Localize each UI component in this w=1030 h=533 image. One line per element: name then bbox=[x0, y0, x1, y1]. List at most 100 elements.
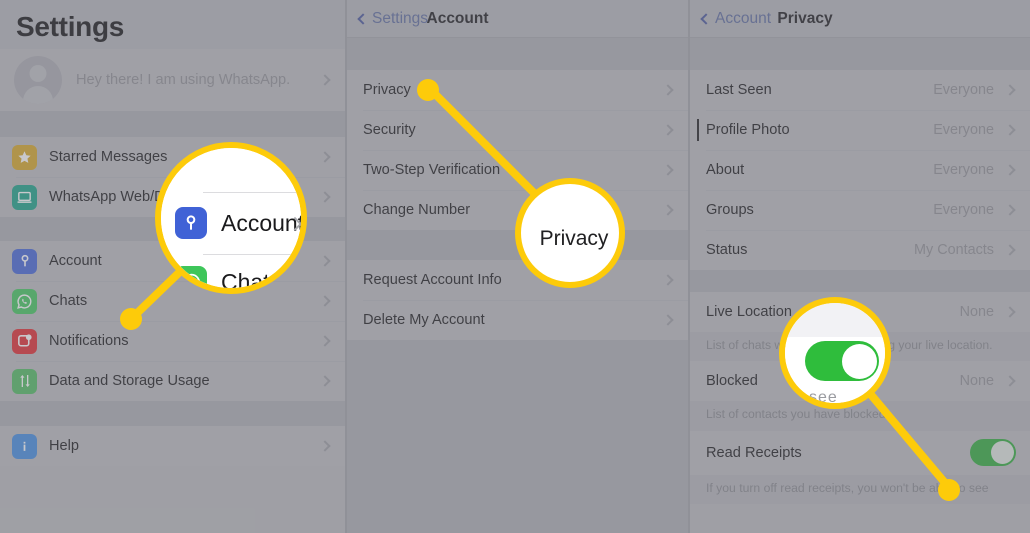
screenshot-stage: Settings Hey there! I am using WhatsApp.… bbox=[0, 0, 1030, 533]
list-item-about[interactable]: About Everyone bbox=[690, 150, 1030, 190]
privacy-group-blocked: Blocked None bbox=[690, 361, 1030, 402]
chevron-right-icon bbox=[662, 314, 674, 326]
privacy-panel: Account Privacy Last Seen Everyone Profi… bbox=[688, 0, 1030, 533]
list-item-delete-my-account[interactable]: Delete My Account bbox=[347, 300, 688, 340]
chevron-right-icon bbox=[1004, 84, 1016, 96]
sidebar-item-label: Notifications bbox=[49, 333, 129, 349]
section-gap bbox=[347, 38, 688, 70]
privacy-group-1: Last Seen Everyone Profile Photo Everyon… bbox=[690, 70, 1030, 270]
list-item-request-account-info[interactable]: Request Account Info bbox=[347, 260, 688, 300]
account-group-1: Privacy Security Two-Step Verification C… bbox=[347, 70, 688, 230]
blocked-footnote: List of contacts you have blocked. bbox=[690, 401, 1030, 431]
chevron-right-icon bbox=[662, 274, 674, 286]
sidebar-item-starred-messages[interactable]: Starred Messages bbox=[0, 137, 345, 177]
list-item-two-step-verification[interactable]: Two-Step Verification bbox=[347, 150, 688, 190]
list-item-label: Two-Step Verification bbox=[363, 162, 501, 178]
chevron-right-icon bbox=[319, 440, 331, 452]
list-item-label: Last Seen bbox=[706, 82, 772, 98]
list-item-groups[interactable]: Groups Everyone bbox=[690, 190, 1030, 230]
sidebar-item-label: Starred Messages bbox=[49, 149, 168, 165]
list-item-value: None bbox=[959, 304, 994, 320]
chevron-right-icon bbox=[1004, 164, 1016, 176]
list-item-change-number[interactable]: Change Number bbox=[347, 190, 688, 230]
list-item-label: Blocked bbox=[706, 373, 758, 390]
whatsapp-icon bbox=[12, 288, 37, 314]
section-gap bbox=[0, 217, 345, 241]
list-item-value: Everyone bbox=[933, 162, 994, 178]
notification-icon bbox=[12, 328, 37, 354]
list-item-status[interactable]: Status My Contacts bbox=[690, 230, 1030, 270]
chevron-right-icon bbox=[1004, 124, 1016, 136]
chevron-right-icon bbox=[662, 204, 674, 216]
list-item-label: Delete My Account bbox=[363, 312, 485, 328]
chevron-right-icon bbox=[319, 335, 331, 347]
sidebar-item-label: Data and Storage Usage bbox=[49, 373, 210, 389]
settings-panel: Settings Hey there! I am using WhatsApp.… bbox=[0, 0, 345, 533]
section-gap bbox=[347, 340, 688, 533]
sidebar-item-notifications[interactable]: Notifications bbox=[0, 321, 345, 361]
page-title: Settings bbox=[0, 0, 345, 49]
chevron-right-icon bbox=[319, 191, 331, 203]
chevron-right-icon bbox=[319, 74, 331, 86]
text-caret bbox=[697, 119, 699, 141]
data-arrows-icon bbox=[12, 368, 37, 394]
navbar-title: Privacy bbox=[777, 9, 833, 27]
chevron-right-icon bbox=[662, 84, 674, 96]
privacy-group-live-location: Live Location None bbox=[690, 292, 1030, 332]
chevron-right-icon bbox=[1004, 375, 1016, 387]
account-group-2: Request Account Info Delete My Account bbox=[347, 260, 688, 340]
sidebar-item-label: Account bbox=[49, 253, 102, 269]
sidebar-item-data-storage[interactable]: Data and Storage Usage bbox=[0, 361, 345, 401]
sidebar-item-help[interactable]: Help bbox=[0, 426, 345, 466]
chevron-right-icon bbox=[662, 164, 674, 176]
chevron-right-icon bbox=[1004, 244, 1016, 256]
chevron-right-icon bbox=[1004, 306, 1016, 318]
sidebar-item-label: Help bbox=[49, 438, 80, 454]
star-icon bbox=[12, 144, 37, 170]
list-item-profile-photo[interactable]: Profile Photo Everyone bbox=[690, 110, 1030, 150]
laptop-icon bbox=[12, 184, 37, 210]
profile-status-text: Hey there! I am using WhatsApp. bbox=[76, 72, 291, 88]
list-item-value: Everyone bbox=[933, 202, 994, 218]
list-item-label: Read Receipts bbox=[706, 444, 802, 461]
section-gap bbox=[0, 401, 345, 426]
chevron-right-icon bbox=[1004, 204, 1016, 216]
list-item-security[interactable]: Security bbox=[347, 110, 688, 150]
list-item-last-seen[interactable]: Last Seen Everyone bbox=[690, 70, 1030, 110]
read-receipts-footnote: If you turn off read receipts, you won't… bbox=[690, 474, 1030, 504]
list-item-value: Everyone bbox=[933, 82, 994, 98]
account-navbar: Settings Account bbox=[347, 0, 688, 38]
list-item-label: Live Location bbox=[706, 304, 793, 320]
live-location-footnote: List of chats where you are sharing your… bbox=[690, 332, 1030, 362]
list-item-label: Change Number bbox=[363, 202, 471, 218]
sidebar-item-chats[interactable]: Chats bbox=[0, 281, 345, 321]
read-receipts-toggle[interactable] bbox=[970, 439, 1016, 466]
navbar-title: Account bbox=[426, 9, 489, 27]
section-gap bbox=[690, 38, 1030, 70]
chevron-right-icon bbox=[319, 295, 331, 307]
sidebar-item-label: Chats bbox=[49, 293, 88, 309]
privacy-group-read-receipts: Read Receipts bbox=[690, 430, 1030, 475]
key-icon bbox=[12, 248, 37, 274]
list-item-value: My Contacts bbox=[914, 242, 994, 258]
settings-group-3: Help bbox=[0, 426, 345, 466]
list-item-privacy[interactable]: Privacy bbox=[347, 70, 688, 110]
list-item-blocked[interactable]: Blocked None bbox=[690, 361, 1030, 402]
person-avatar-icon bbox=[14, 56, 62, 104]
section-gap bbox=[347, 230, 688, 260]
sidebar-item-label: WhatsApp Web/Desktop bbox=[49, 189, 208, 205]
settings-group-1: Starred Messages WhatsApp Web/Desktop bbox=[0, 137, 345, 217]
list-item-value: None bbox=[959, 373, 994, 390]
list-item-label: Status bbox=[706, 242, 748, 258]
info-icon bbox=[12, 433, 37, 459]
privacy-navbar: Account Privacy bbox=[690, 0, 1030, 38]
profile-row[interactable]: Hey there! I am using WhatsApp. bbox=[0, 49, 345, 111]
account-panel: Settings Account Privacy Security Two-St… bbox=[345, 0, 688, 533]
list-item-read-receipts[interactable]: Read Receipts bbox=[690, 430, 1030, 475]
sidebar-item-whatsapp-web[interactable]: WhatsApp Web/Desktop bbox=[0, 177, 345, 217]
list-item-live-location[interactable]: Live Location None bbox=[690, 292, 1030, 332]
settings-group-2: Account Chats Notifications Data and Sto… bbox=[0, 241, 345, 401]
sidebar-item-account[interactable]: Account bbox=[0, 241, 345, 281]
chevron-right-icon bbox=[319, 375, 331, 387]
list-item-label: Privacy bbox=[363, 82, 411, 98]
